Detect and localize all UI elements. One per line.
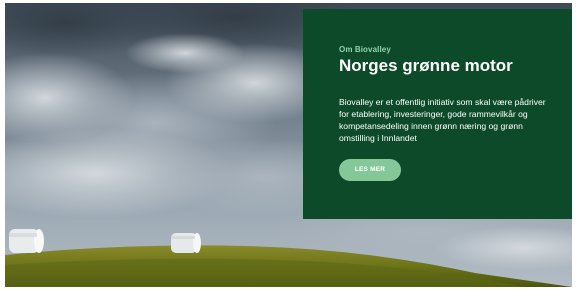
hay-bale-right [171, 233, 201, 253]
about-eyebrow: Om Biovalley [339, 45, 391, 54]
read-more-button[interactable]: LES MER [339, 158, 401, 181]
about-title: Norges grønne motor [339, 56, 513, 75]
hay-bale-left [9, 229, 44, 253]
about-description: Biovalley er et offentlig initiativ som … [339, 96, 546, 143]
about-card: Om Biovalley Norges grønne motor Biovall… [303, 9, 572, 219]
hero-section: Om Biovalley Norges grønne motor Biovall… [5, 3, 572, 287]
page-frame: Om Biovalley Norges grønne motor Biovall… [0, 0, 577, 290]
